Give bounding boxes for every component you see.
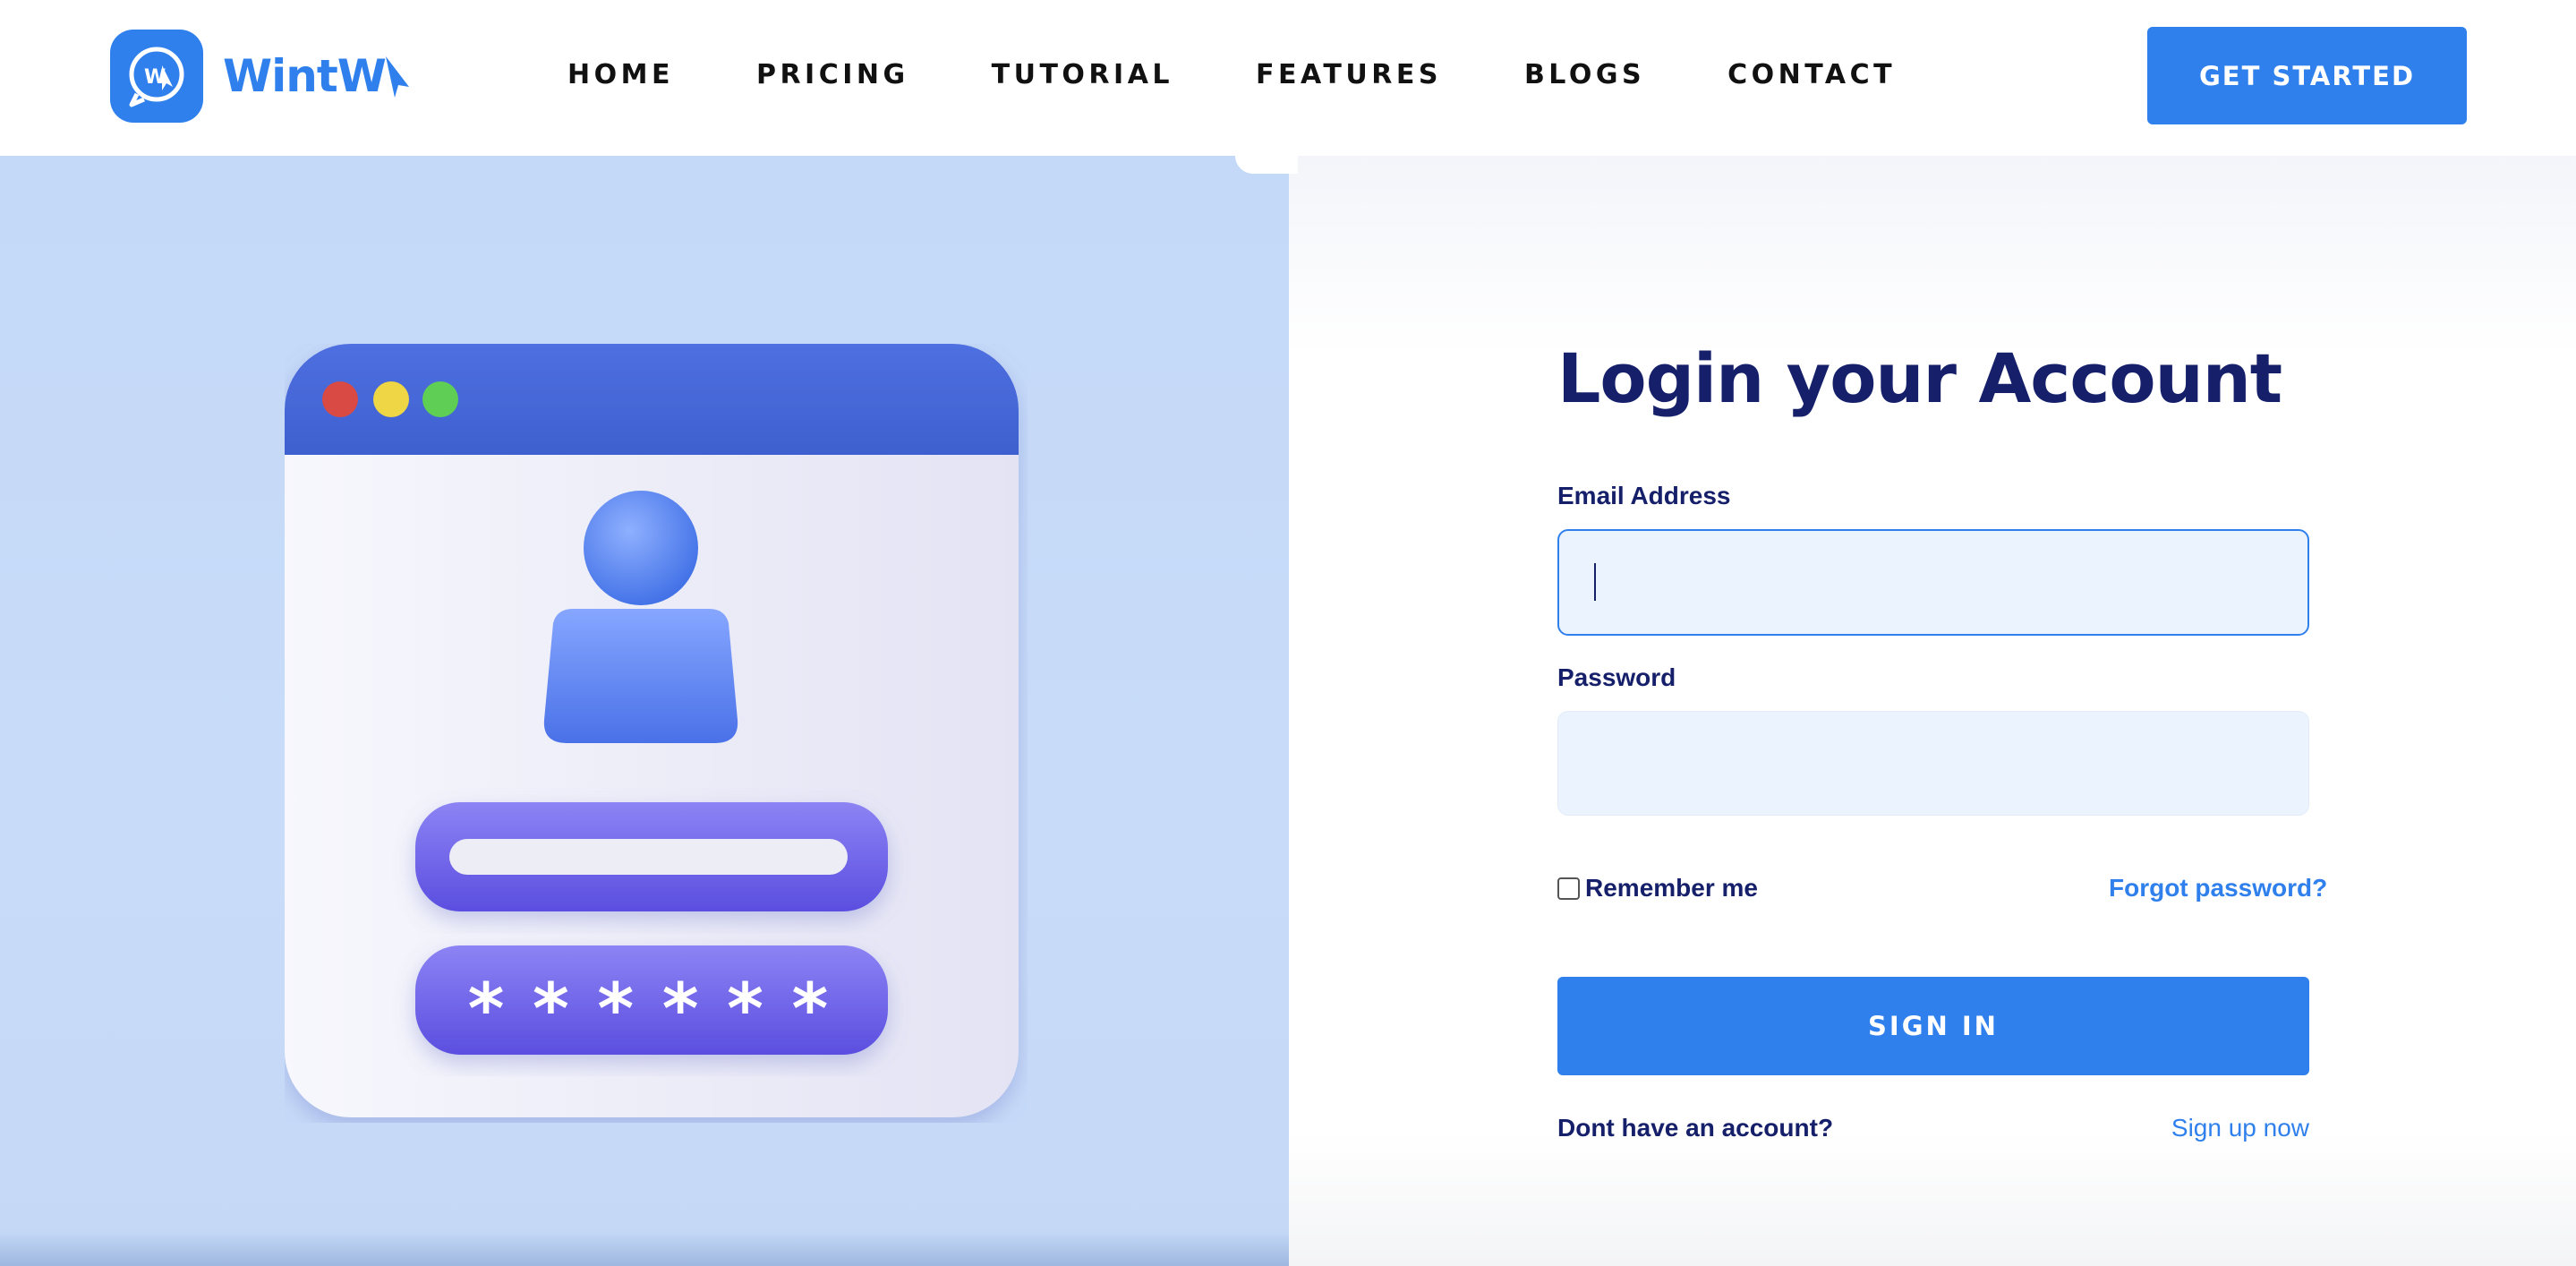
remember-me-checkbox[interactable] <box>1557 877 1580 900</box>
nav-features[interactable]: FEATURES <box>1256 50 1442 100</box>
email-input[interactable] <box>1557 529 2309 636</box>
get-started-button[interactable]: GET STARTED <box>2147 27 2467 124</box>
login-window-illustration: * * * * * * <box>285 344 1019 1117</box>
nav-home[interactable]: HOME <box>567 50 674 100</box>
password-asterisks: * * * * * * <box>468 970 836 1050</box>
panel-bottom-shadow <box>0 1230 1289 1266</box>
nav-pricing[interactable]: PRICING <box>756 50 909 100</box>
text-caret <box>1594 563 1596 601</box>
password-label: Password <box>1557 663 1676 691</box>
window-maximize-dot <box>422 381 458 417</box>
forgot-password-link[interactable]: Forgot password? <box>2109 874 2327 902</box>
login-title: Login your Account <box>1557 338 2282 418</box>
username-field-illustration <box>415 802 888 911</box>
no-account-text: Dont have an account? <box>1557 1114 1834 1142</box>
main-nav: HOME PRICING TUTORIAL FEATURES BLOGS CON… <box>567 50 1896 100</box>
site-header: W WintW HOME PRICING TUTORIAL FEATURES B… <box>0 0 2576 156</box>
logo-chat-icon: W <box>110 30 203 123</box>
svg-text:* * * * * *: * * * * * * <box>468 970 836 1050</box>
decorative-curve <box>1235 156 1298 174</box>
nav-contact[interactable]: CONTACT <box>1727 50 1896 100</box>
logo-wordmark: WintW <box>223 50 413 102</box>
cursor-icon <box>385 56 409 98</box>
nav-blogs[interactable]: BLOGS <box>1524 50 1645 100</box>
sign-in-button[interactable]: SIGN IN <box>1557 977 2309 1075</box>
sign-up-link[interactable]: Sign up now <box>2130 1114 2309 1142</box>
email-label: Email Address <box>1557 482 1731 509</box>
remember-me-label[interactable]: Remember me <box>1585 874 1758 902</box>
window-close-dot <box>322 381 358 417</box>
nav-tutorial[interactable]: TUTORIAL <box>992 50 1173 100</box>
window-minimize-dot <box>373 381 409 417</box>
logo[interactable]: W WintW <box>110 29 413 124</box>
remember-me: Remember me <box>1557 874 1758 902</box>
password-input[interactable] <box>1557 711 2309 816</box>
